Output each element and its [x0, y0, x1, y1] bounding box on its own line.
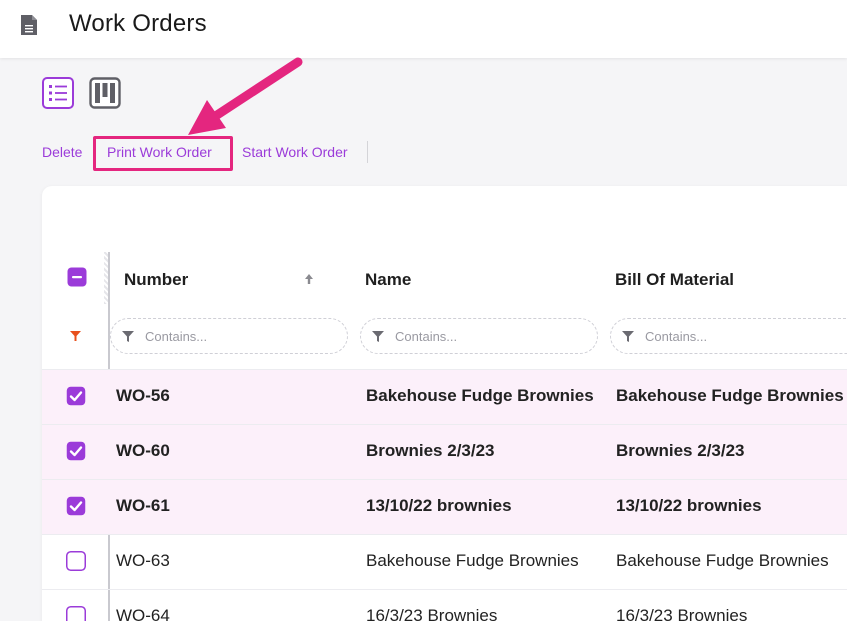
- number-filter: [110, 318, 348, 354]
- column-header-name[interactable]: Name: [365, 270, 411, 290]
- row-bill-of-material: Bakehouse Fudge Brownies: [616, 551, 829, 570]
- funnel-icon: [372, 331, 384, 342]
- select-all-checkbox[interactable]: [67, 267, 87, 287]
- row-bill-of-material: Bakehouse Fudge Brownies: [616, 386, 844, 405]
- table-row[interactable]: WO-63 Bakehouse Fudge Brownies Bakehouse F…: [42, 534, 847, 589]
- row-number: WO-63: [116, 551, 170, 570]
- row-checkbox[interactable]: [66, 606, 86, 621]
- row-name: 16/3/23 Brownies: [366, 606, 498, 621]
- print-work-order-action[interactable]: Print Work Order: [107, 144, 212, 160]
- row-name: Bakehouse Fudge Brownies: [366, 386, 594, 405]
- name-filter-input[interactable]: [395, 327, 575, 345]
- number-filter-input[interactable]: [145, 327, 325, 345]
- row-number: WO-60: [116, 441, 170, 460]
- delete-action[interactable]: Delete: [42, 144, 82, 160]
- funnel-icon: [622, 331, 634, 342]
- column-header-number[interactable]: Number: [124, 270, 188, 290]
- board-view-icon[interactable]: [89, 77, 121, 109]
- bill-of-material-filter-input[interactable]: [645, 327, 825, 345]
- bill-of-material-filter: [610, 318, 847, 354]
- table-row[interactable]: WO-64 16/3/23 Brownies 16/3/23 Brownies: [42, 589, 847, 621]
- row-name: Brownies 2/3/23: [366, 441, 495, 460]
- row-name: Bakehouse Fudge Brownies: [366, 551, 579, 570]
- row-checkbox[interactable]: [66, 551, 86, 571]
- funnel-icon: [122, 331, 134, 342]
- column-header-bill-of-material[interactable]: Bill Of Material: [615, 270, 734, 290]
- row-name: 13/10/22 brownies: [366, 496, 512, 515]
- table-row[interactable]: WO-56 Bakehouse Fudge Brownies Bakehouse F…: [42, 369, 847, 424]
- row-checkbox[interactable]: [66, 496, 86, 516]
- page-header: Work Orders: [0, 0, 847, 58]
- work-orders-table: Number Name Bill Of Material WO-56 Bakeho…: [42, 186, 847, 621]
- row-number: WO-61: [116, 496, 170, 515]
- row-number: WO-56: [116, 386, 170, 405]
- row-bill-of-material: 13/10/22 brownies: [616, 496, 762, 515]
- table-row[interactable]: WO-61 13/10/22 brownies 13/10/22 brownies: [42, 479, 847, 534]
- row-bill-of-material: Brownies 2/3/23: [616, 441, 745, 460]
- table-row[interactable]: WO-60 Brownies 2/3/23 Brownies 2/3/23: [42, 424, 847, 479]
- row-bill-of-material: 16/3/23 Brownies: [616, 606, 748, 621]
- sort-ascending-icon[interactable]: [305, 274, 313, 284]
- start-work-order-action[interactable]: Start Work Order: [242, 144, 348, 160]
- filter-icon[interactable]: [70, 331, 81, 341]
- page-title: Work Orders: [69, 10, 207, 37]
- row-checkbox[interactable]: [66, 441, 86, 461]
- row-checkbox[interactable]: [66, 386, 86, 406]
- list-view-icon[interactable]: [42, 77, 74, 109]
- actions-divider: [367, 141, 368, 163]
- name-filter: [360, 318, 598, 354]
- pointer-arrow-icon: [188, 57, 303, 135]
- document-icon: [21, 15, 37, 35]
- row-number: WO-64: [116, 606, 170, 621]
